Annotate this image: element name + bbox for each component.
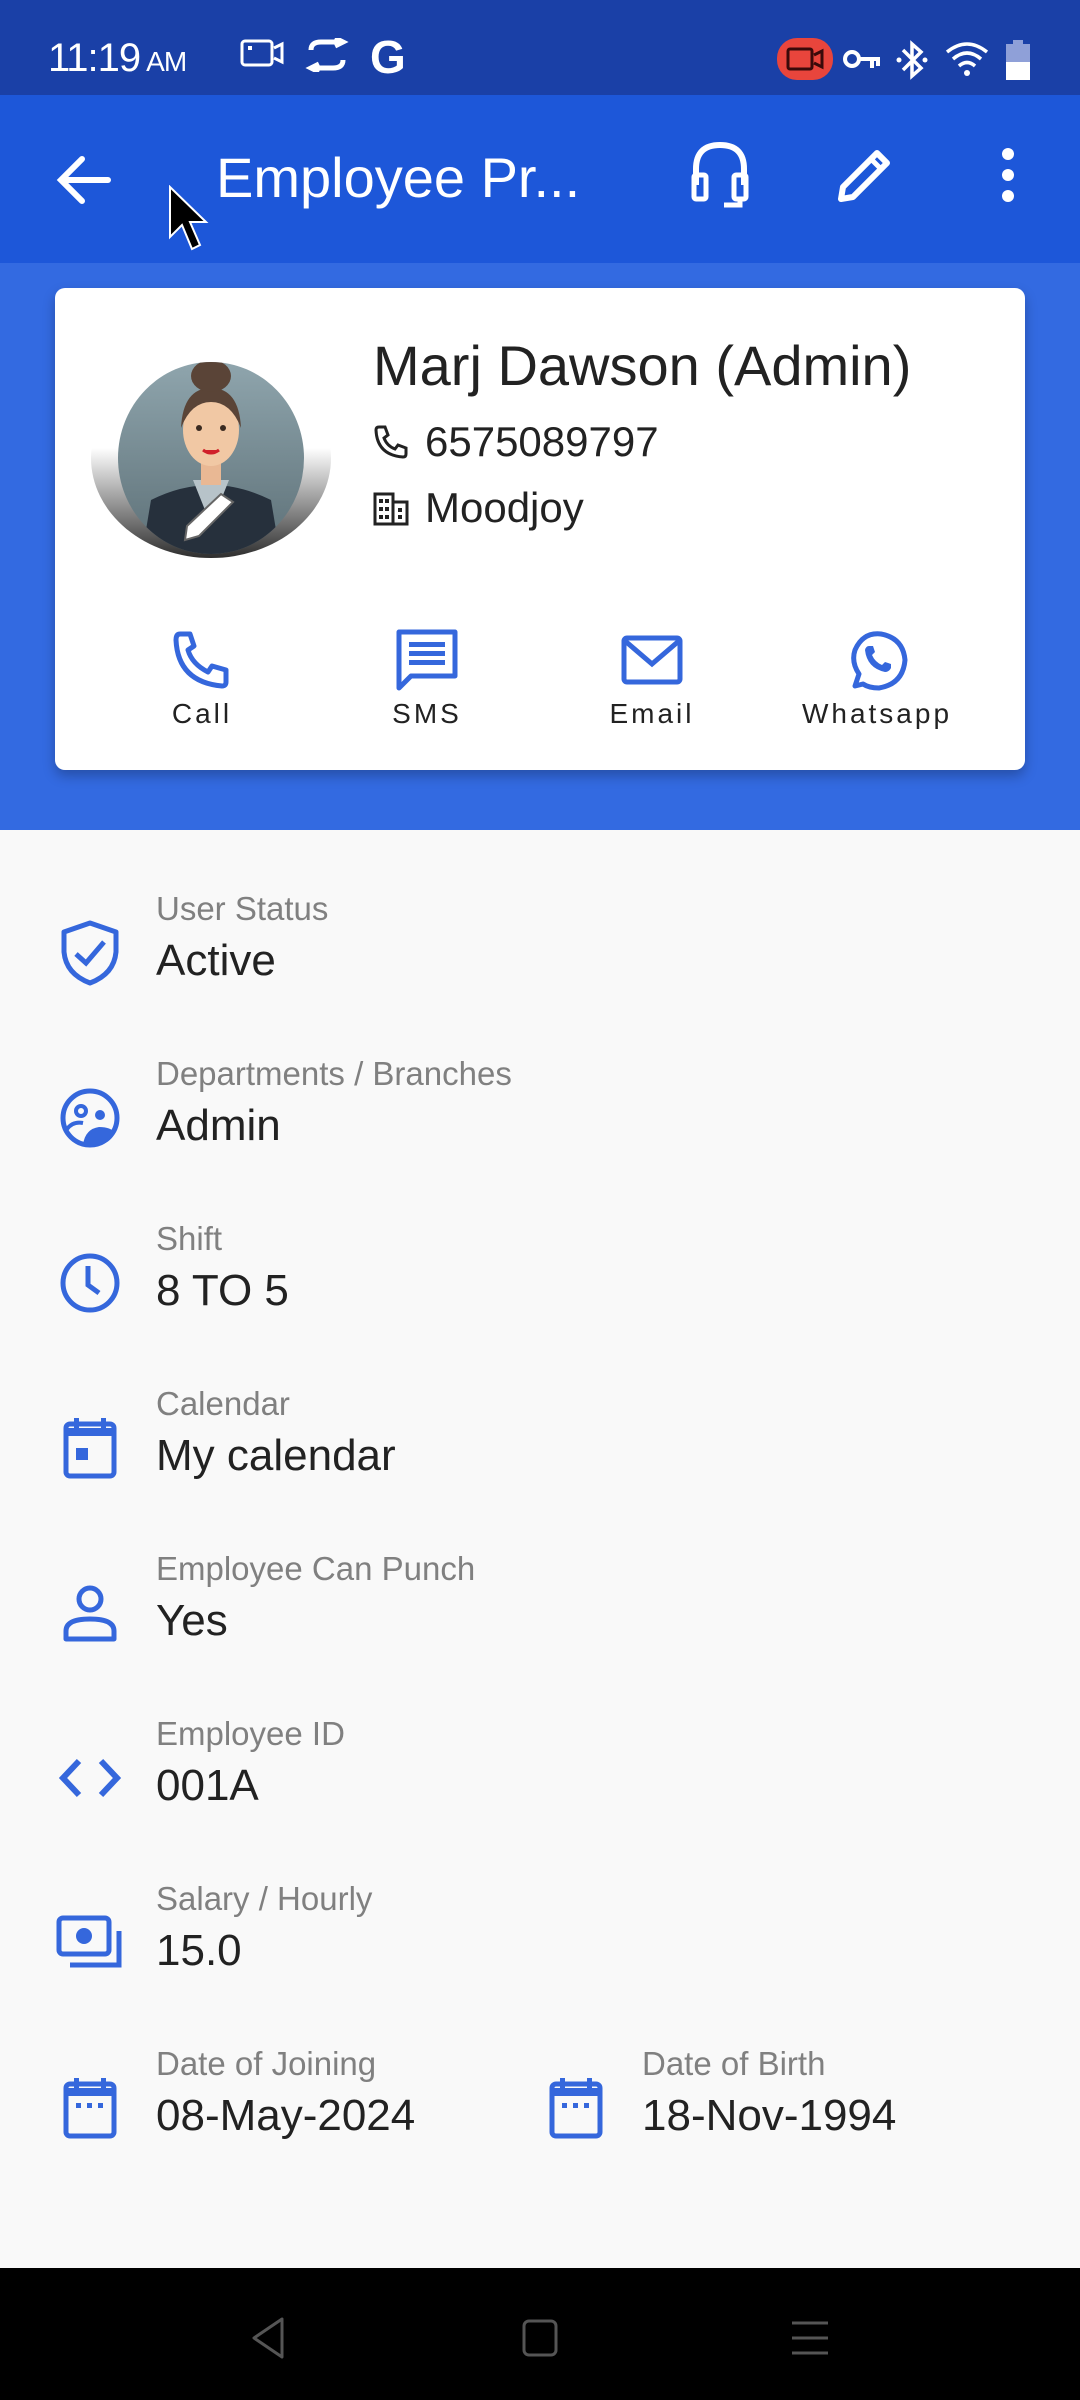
detail-can-punch[interactable]: Employee Can Punch Yes — [0, 1550, 1080, 1670]
detail-employee-id[interactable]: Employee ID 001A — [0, 1715, 1080, 1835]
back-button[interactable] — [50, 145, 120, 215]
detail-value: Yes — [156, 1596, 228, 1645]
email-label: Email — [609, 698, 695, 729]
clock-icon — [60, 1253, 120, 1313]
detail-label: Shift — [156, 1220, 223, 1257]
detail-date-of-joining[interactable]: Date of Joining 08-May-2024 — [55, 2045, 535, 2165]
phone-icon — [374, 425, 408, 459]
email-icon — [621, 635, 683, 685]
detail-label: Employee ID — [156, 1715, 345, 1752]
vpn-key-icon — [843, 50, 880, 68]
phone-icon — [173, 631, 229, 689]
phone-line: 6575089797 — [373, 418, 659, 466]
detail-value: 001A — [156, 1761, 259, 1810]
calendar-icon — [63, 2078, 117, 2139]
business-icon — [373, 492, 409, 526]
contact-actions: Call SMS Email Whatsapp — [55, 628, 1025, 738]
company-line: Moodjoy — [373, 484, 584, 532]
detail-salary[interactable]: Salary / Hourly 15.0 — [0, 1880, 1080, 2000]
detail-label: User Status — [156, 890, 329, 927]
nav-menu-icon — [792, 2321, 828, 2355]
edit-button[interactable] — [825, 135, 905, 215]
verified-shield-icon — [61, 920, 119, 986]
more-options-button[interactable] — [968, 135, 1048, 215]
whatsapp-button[interactable]: Whatsapp — [777, 628, 977, 730]
recording-active-icon — [777, 38, 833, 80]
wifi-icon — [945, 42, 989, 76]
detail-label: Salary / Hourly — [156, 1880, 373, 1917]
email-button[interactable]: Email — [552, 628, 752, 730]
support-button[interactable] — [680, 135, 760, 215]
detail-value: 8 TO 5 — [156, 1266, 289, 1315]
phone-number: 6575089797 — [425, 418, 659, 465]
detail-label: Employee Can Punch — [156, 1550, 476, 1587]
detail-label: Departments / Branches — [156, 1055, 512, 1092]
detail-dates: Date of Joining 08-May-2024 Date of Birt… — [0, 2045, 1080, 2165]
google-icon: G — [370, 31, 406, 83]
detail-calendar[interactable]: Calendar My calendar — [0, 1385, 1080, 1505]
headset-support-icon — [691, 141, 749, 208]
employee-name: Marj Dawson (Admin) — [373, 334, 912, 397]
battery-icon — [1006, 40, 1030, 80]
detail-shift[interactable]: Shift 8 TO 5 — [0, 1220, 1080, 1340]
detail-label: Date of Birth — [642, 2045, 826, 2082]
nav-recents-button[interactable] — [780, 2308, 840, 2368]
status-time: 11:19 AM — [48, 36, 187, 81]
screen-record-icon — [240, 39, 284, 67]
profile-card: Marj Dawson (Admin) 6575089797 Moodjoy C… — [55, 288, 1025, 770]
call-button[interactable]: Call — [102, 628, 302, 730]
more-vert-icon — [1002, 148, 1014, 202]
status-time-value: 11:19 — [48, 36, 141, 80]
mouse-cursor-icon — [169, 185, 209, 251]
sms-label: SMS — [392, 698, 462, 729]
detail-value: 18-Nov-1994 — [642, 2091, 897, 2140]
calendar-event-icon — [63, 1418, 117, 1479]
detail-label: Date of Joining — [156, 2045, 377, 2082]
app-bar: Employee Pr... — [0, 95, 1080, 263]
sms-button[interactable]: SMS — [327, 628, 527, 730]
detail-value: 15.0 — [156, 1926, 242, 1975]
system-nav-bar — [0, 2268, 1080, 2400]
whatsapp-icon — [851, 631, 908, 691]
detail-value: 08-May-2024 — [156, 2091, 416, 2140]
status-bar: 11:19 AM G — [0, 0, 1080, 95]
groups-icon — [60, 1088, 120, 1148]
calendar-icon — [549, 2078, 603, 2139]
status-ampm: AM — [146, 46, 187, 77]
nav-home-button[interactable] — [510, 2308, 570, 2368]
company-name: Moodjoy — [425, 484, 584, 531]
detail-label: Calendar — [156, 1385, 290, 1422]
call-label: Call — [171, 698, 233, 729]
nav-back-icon — [252, 2317, 284, 2359]
payments-icon — [56, 1915, 122, 1968]
whatsapp-label: Whatsapp — [801, 698, 953, 729]
detail-value: My calendar — [156, 1431, 396, 1480]
arrow-back-icon — [56, 156, 111, 204]
sms-icon — [396, 629, 458, 691]
detail-value: Admin — [156, 1101, 281, 1150]
detail-departments[interactable]: Departments / Branches Admin — [0, 1055, 1080, 1175]
detail-value: Active — [156, 936, 276, 985]
page-title: Employee Pr... — [216, 146, 581, 209]
avatar-image — [91, 358, 331, 558]
bluetooth-icon — [896, 40, 928, 80]
detail-user-status[interactable]: User Status Active — [0, 890, 1080, 1010]
nav-home-icon — [522, 2319, 558, 2357]
nav-back-button[interactable] — [238, 2308, 298, 2368]
person-icon — [63, 1585, 117, 1642]
detail-date-of-birth[interactable]: Date of Birth 18-Nov-1994 — [541, 2045, 1021, 2165]
code-icon — [59, 1758, 121, 1798]
sync-icon — [305, 38, 349, 72]
avatar[interactable] — [91, 350, 331, 558]
edit-pencil-icon — [838, 150, 890, 202]
